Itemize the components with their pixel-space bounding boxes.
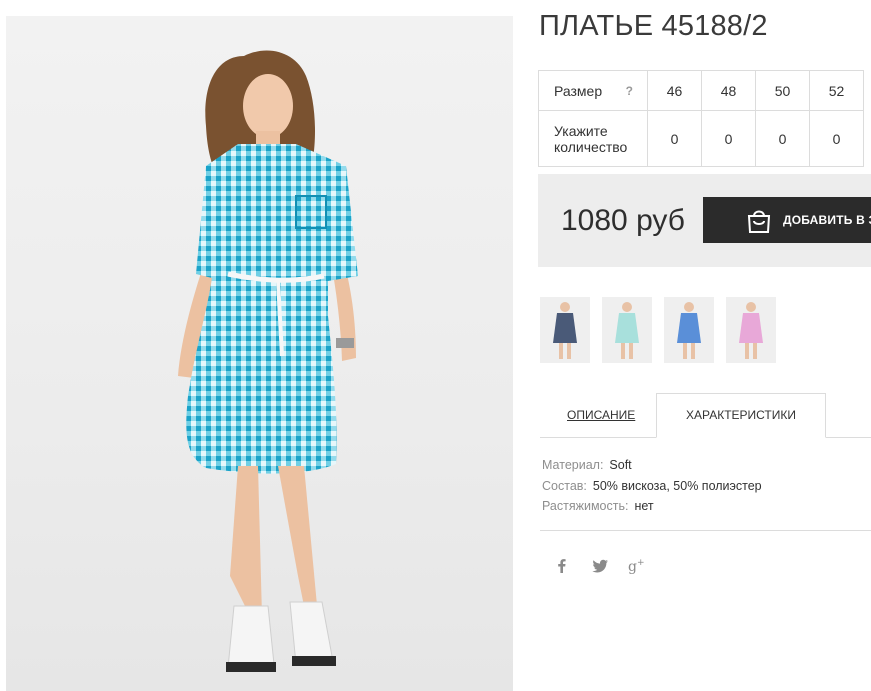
model-illustration [178,50,358,672]
size-label: Размер [554,82,603,99]
size-48: 48 [701,70,756,111]
product-title: ПЛАТЬЕ 45188/2 [539,10,768,42]
google-plus-icon[interactable]: g + [626,556,646,576]
quantity-label: Укажите количество [538,110,648,167]
spec-key: Материал: [542,458,604,472]
spec-row: Материал: Soft [542,455,762,476]
spec-row: Состав: 50% вискоза, 50% полиэстер [542,476,762,497]
size-help-icon[interactable]: ? [626,83,633,99]
size-46: 46 [647,70,702,111]
thumb-blue-dress[interactable] [664,297,714,363]
product-main-image[interactable] [6,16,513,691]
characteristics-list: Материал: Soft Состав: 50% вискоза, 50% по… [542,455,762,517]
buy-box: 1080 руб ДОБАВИТЬ В З [538,174,871,267]
tab-characteristics[interactable]: ХАРАКТЕРИСТИКИ [656,393,826,438]
facebook-icon[interactable] [552,556,572,576]
quantity-input-50[interactable]: 0 [755,110,810,167]
spec-key: Состав: [542,478,587,493]
spec-value: нет [634,499,654,513]
spec-value: 50% вискоза, 50% полиэстер [592,478,762,493]
add-to-cart-button[interactable]: ДОБАВИТЬ В З [703,197,871,243]
twitter-icon[interactable] [590,556,610,576]
size-quantity-table: Размер ? 46 48 50 52 Укажите количество … [538,70,864,167]
quantity-input-46[interactable]: 0 [647,110,702,167]
shopping-bag-icon [747,210,771,233]
size-label-cell: Размер ? [538,70,648,111]
spec-value: Soft [609,458,632,472]
add-to-cart-label: ДОБАВИТЬ В З [783,213,871,227]
thumb-mint-dress[interactable] [602,297,652,363]
size-50: 50 [755,70,810,111]
section-divider [540,530,871,531]
tab-description[interactable]: ОПИСАНИЕ [567,408,635,422]
thumb-pink-dress[interactable] [726,297,776,363]
svg-text:g: g [628,559,637,575]
product-tabs: ОПИСАНИЕ ХАРАКТЕРИСТИКИ [540,393,871,438]
svg-text:+: + [637,558,645,568]
spec-row: Растяжимость: нет [542,496,762,517]
spec-key: Растяжимость: [542,499,629,513]
thumb-navy-dress[interactable] [540,297,590,363]
size-52: 52 [809,70,864,111]
product-price: 1080 руб [561,204,685,237]
quantity-input-52[interactable]: 0 [809,110,864,167]
quantity-input-48[interactable]: 0 [701,110,756,167]
